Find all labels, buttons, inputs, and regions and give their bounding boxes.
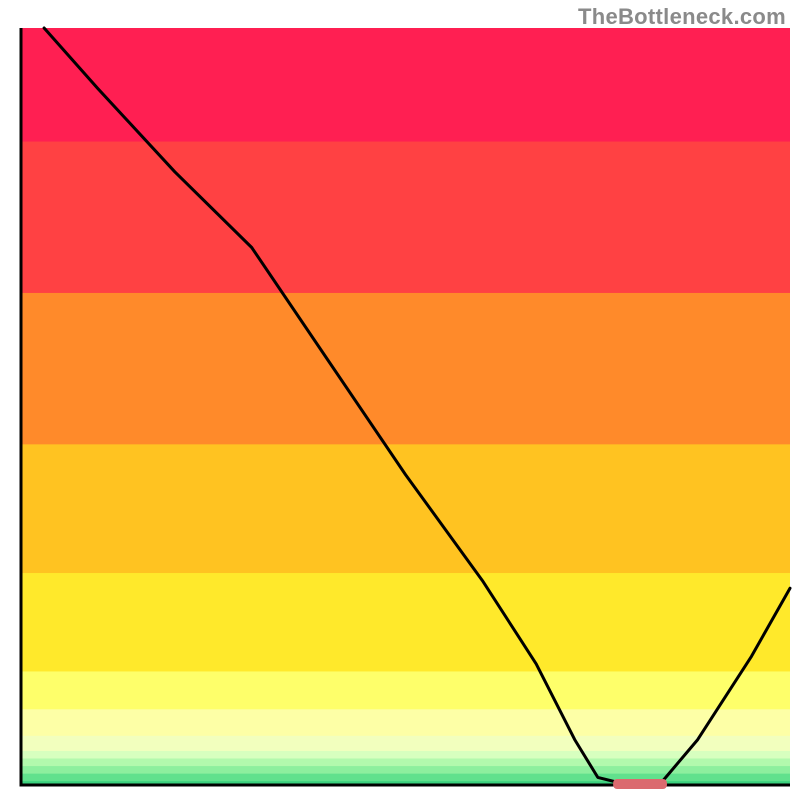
watermark-text: TheBottleneck.com	[578, 4, 786, 30]
chart-root: { "watermark": "TheBottleneck.com", "cha…	[0, 0, 800, 800]
gradient-background	[21, 28, 790, 786]
optimal-marker	[613, 779, 667, 789]
plot-canvas	[0, 0, 800, 800]
